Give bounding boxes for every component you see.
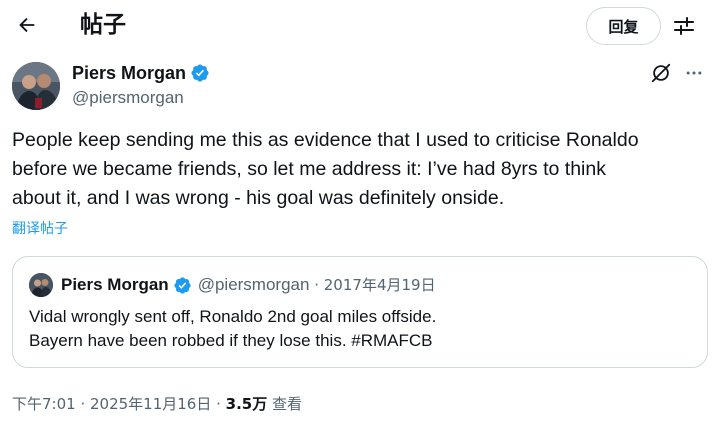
arrow-left-icon: [19, 17, 35, 33]
quoted-separator: ·: [309, 276, 324, 294]
quoted-handle: @piersmorgan: [197, 275, 310, 294]
quoted-header: Piers Morgan @piersmorgan · 2017年4月19日: [61, 273, 436, 297]
top-bar: 帖子 回复: [0, 0, 720, 52]
author-name-text[interactable]: Piers Morgan: [72, 61, 186, 85]
verified-badge-icon: [174, 276, 191, 294]
verified-badge-icon: [191, 64, 209, 82]
sliders-icon: [674, 17, 694, 35]
views-label: 查看: [267, 395, 303, 413]
post-date[interactable]: 2025年11月16日: [90, 395, 211, 413]
quoted-author-name: Piers Morgan: [61, 275, 169, 294]
post-text-line: People keep sending me this as evidence …: [12, 129, 639, 151]
avatar[interactable]: [12, 62, 60, 110]
quoted-date: 2017年4月19日: [323, 276, 436, 294]
filter-button[interactable]: [670, 12, 698, 40]
meta-separator: ·: [211, 395, 226, 413]
post-text-line: about it, and I was wrong - his goal was…: [12, 187, 505, 209]
author-name[interactable]: Piers Morgan: [72, 61, 210, 85]
reply-button[interactable]: 回复: [586, 7, 661, 45]
quoted-avatar: [29, 273, 53, 297]
author-handle[interactable]: @piersmorgan: [72, 87, 184, 109]
grok-icon[interactable]: [650, 62, 672, 84]
views-count: 3.5万: [225, 395, 268, 413]
quoted-text-line: Bayern have been robbed if they lose thi…: [29, 331, 433, 350]
page-title: 帖子: [80, 12, 126, 38]
quoted-text: Vidal wrongly sent off, Ronaldo 2nd goal…: [29, 305, 436, 353]
back-button[interactable]: [14, 12, 40, 38]
post-text: People keep sending me this as evidence …: [12, 126, 712, 213]
translate-post-link[interactable]: 翻译帖子: [12, 219, 68, 239]
quoted-post[interactable]: Piers Morgan @piersmorgan · 2017年4月19日 V…: [12, 256, 708, 368]
quoted-text-line: Vidal wrongly sent off, Ronaldo 2nd goal…: [29, 307, 437, 326]
avatar-photo: [12, 62, 60, 110]
post-meta: 下午7:01 · 2025年11月16日 · 3.5万 查看: [12, 393, 302, 415]
meta-separator: ·: [75, 395, 90, 413]
more-options-icon[interactable]: [684, 62, 704, 84]
post-text-line: before we became friends, so let me addr…: [12, 158, 606, 180]
post-time[interactable]: 下午7:01: [12, 395, 76, 413]
